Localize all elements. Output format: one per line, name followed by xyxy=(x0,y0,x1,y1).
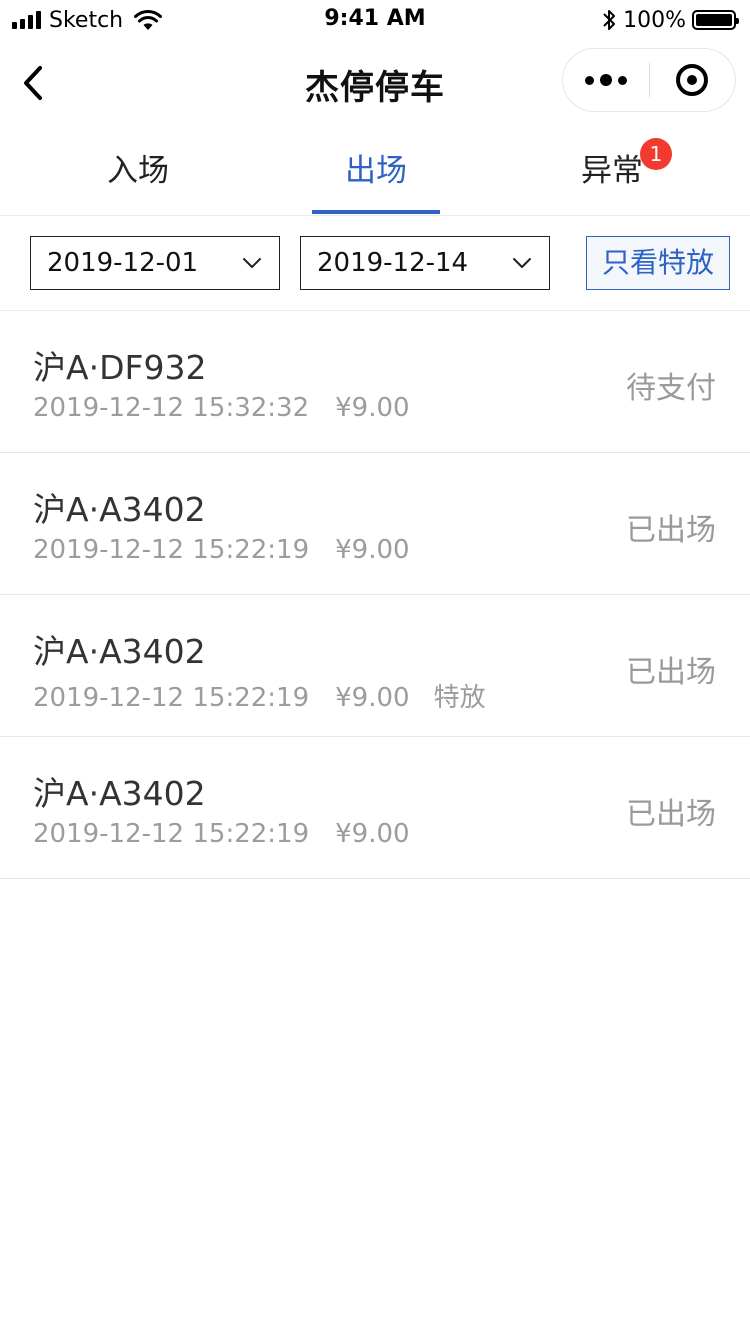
list-item[interactable]: 沪A·A3402 2019-12-12 15:22:19 ¥9.00 已出场 xyxy=(0,453,750,595)
bluetooth-icon xyxy=(603,10,616,30)
special-tag: 特放 xyxy=(433,683,486,713)
record-status: 已出场 xyxy=(626,797,716,832)
record-amount: ¥9.00 xyxy=(335,683,410,713)
record-status: 已出场 xyxy=(626,655,716,690)
target-icon[interactable] xyxy=(649,49,735,111)
chevron-down-icon xyxy=(243,258,261,268)
plate-number: 沪A·A3402 xyxy=(33,632,206,671)
record-amount: ¥9.00 xyxy=(335,535,410,565)
list-item[interactable]: 沪A·A3402 2019-12-12 15:22:19 ¥9.00 已出场 xyxy=(0,737,750,879)
record-list: 沪A·DF932 2019-12-12 15:32:32 ¥9.00 待支付 沪A… xyxy=(0,311,750,879)
list-item[interactable]: 沪A·DF932 2019-12-12 15:32:32 ¥9.00 待支付 xyxy=(0,311,750,453)
tab-bar: 入场 出场 异常 xyxy=(0,128,750,216)
record-status: 已出场 xyxy=(626,513,716,548)
record-meta: 2019-12-12 15:22:19 ¥9.00 xyxy=(33,819,434,849)
active-tab-indicator xyxy=(312,210,440,214)
start-date-value: 2019-12-01 xyxy=(47,248,199,278)
plate-number: 沪A·A3402 xyxy=(33,490,206,529)
list-item[interactable]: 沪A·A3402 2019-12-12 15:22:19 ¥9.00 特放 已出场 xyxy=(0,595,750,737)
record-meta: 2019-12-12 15:32:32 ¥9.00 xyxy=(33,393,434,423)
status-right: 100% xyxy=(601,6,739,34)
more-icon[interactable] xyxy=(563,49,649,111)
plate-number: 沪A·DF932 xyxy=(33,348,207,387)
abnormal-count-badge: 1 xyxy=(640,138,672,170)
plate-number: 沪A·A3402 xyxy=(33,774,206,813)
page: Sketch 9:41 AM 100% 杰停停车 入场 出场 异常 1 2019… xyxy=(0,0,750,1334)
record-amount: ¥9.00 xyxy=(335,819,410,849)
record-time: 2019-12-12 15:32:32 xyxy=(33,393,310,423)
battery-icon xyxy=(692,10,739,30)
end-date-select[interactable]: 2019-12-14 xyxy=(300,236,550,290)
filter-bar: 2019-12-01 2019-12-14 只看特放 xyxy=(0,216,750,311)
record-time: 2019-12-12 15:22:19 xyxy=(33,535,310,565)
record-time: 2019-12-12 15:22:19 xyxy=(33,683,310,713)
capsule-menu xyxy=(562,48,736,112)
status-bar: Sketch 9:41 AM 100% xyxy=(0,0,750,40)
record-meta: 2019-12-12 15:22:19 ¥9.00 特放 xyxy=(33,677,510,714)
chevron-down-icon xyxy=(513,258,531,268)
record-status: 待支付 xyxy=(626,371,716,406)
start-date-select[interactable]: 2019-12-01 xyxy=(30,236,280,290)
tab-exit[interactable]: 出场 xyxy=(251,128,501,216)
record-amount: ¥9.00 xyxy=(335,393,410,423)
tab-entry[interactable]: 入场 xyxy=(13,128,263,216)
record-meta: 2019-12-12 15:22:19 ¥9.00 xyxy=(33,535,434,565)
nav-bar: 杰停停车 xyxy=(0,40,750,128)
end-date-value: 2019-12-14 xyxy=(317,248,469,278)
battery-percent: 100% xyxy=(623,7,686,33)
record-time: 2019-12-12 15:22:19 xyxy=(33,819,310,849)
tab-abnormal[interactable]: 异常 xyxy=(487,128,737,216)
special-only-button[interactable]: 只看特放 xyxy=(586,236,730,290)
